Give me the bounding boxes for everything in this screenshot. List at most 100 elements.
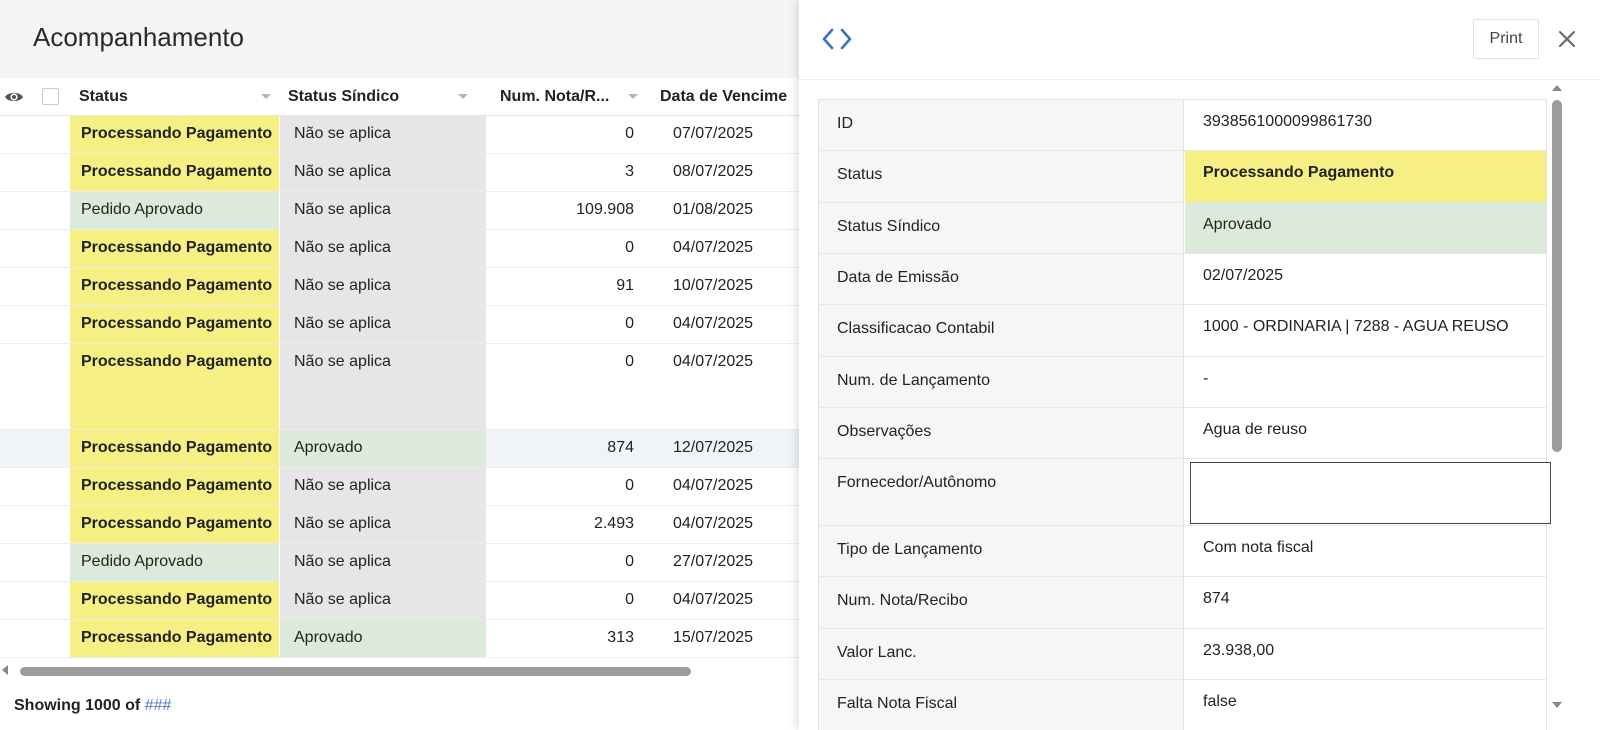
detail-value: 1000 - ORDINARIA | 7288 - AGUA REUSO — [1203, 318, 1509, 335]
scroll-down-arrow-icon[interactable] — [1552, 702, 1562, 708]
num-nota-cell: 91 — [616, 277, 634, 294]
num-nota-cell: 0 — [625, 239, 634, 256]
detail-label: Falta Nota Fiscal — [819, 680, 1184, 730]
num-nota-cell: 3 — [625, 163, 634, 180]
table-row-selected[interactable]: Processando Pagamento Aprovado 874 12/07… — [0, 430, 800, 468]
table-row[interactable]: Processando Pagamento Aprovado 313 15/07… — [0, 620, 800, 658]
table-row[interactable]: Processando Pagamento Não se aplica 2.49… — [0, 506, 800, 544]
detail-row-classificacao: Classificacao Contabil 1000 - ORDINARIA … — [819, 305, 1546, 357]
code-icon[interactable] — [821, 26, 853, 52]
detail-value: Aprovado — [1185, 203, 1546, 253]
table-row[interactable]: Processando Pagamento Não se aplica 0 04… — [0, 468, 800, 506]
status-sindico-cell: Não se aplica — [280, 468, 486, 505]
detail-label: ID — [819, 100, 1184, 150]
grid-header: Status Status Síndico Num. Nota/R... Dat… — [0, 78, 800, 116]
column-header-data-vencimento[interactable]: Data de Vencime — [660, 78, 800, 116]
status-sindico-cell: Não se aplica — [280, 506, 486, 543]
num-nota-cell: 0 — [625, 553, 634, 570]
date-cell: 04/07/2025 — [673, 591, 754, 608]
detail-label: Num. Nota/Recibo — [819, 577, 1184, 628]
status-sindico-cell: Não se aplica — [280, 192, 486, 229]
detail-row-num-lancamento: Num. de Lançamento - — [819, 357, 1546, 408]
detail-panel: Print ID 3938561000099861730 Status Proc… — [799, 0, 1600, 730]
status-sindico-cell: Não se aplica — [280, 344, 486, 429]
num-nota-cell: 0 — [625, 125, 634, 142]
total-count-link[interactable]: ### — [145, 697, 172, 714]
page-title: Acompanhamento — [33, 22, 245, 52]
date-cell: 07/07/2025 — [673, 125, 754, 142]
table-row[interactable]: Processando Pagamento Não se aplica 0 04… — [0, 230, 800, 268]
status-cell: Processando Pagamento — [70, 230, 279, 267]
status-cell: Processando Pagamento — [70, 306, 279, 343]
select-all-checkbox[interactable] — [42, 88, 59, 105]
detail-header: Print — [799, 0, 1600, 80]
table-row[interactable]: Processando Pagamento Não se aplica 0 04… — [0, 582, 800, 620]
detail-value: Processando Pagamento — [1185, 151, 1546, 202]
detail-value: 23.938,00 — [1203, 642, 1275, 659]
vertical-scrollbar-thumb[interactable] — [1552, 100, 1562, 452]
table-row[interactable]: Pedido Aprovado Não se aplica 109.908 01… — [0, 192, 800, 230]
num-nota-sort-caret-icon[interactable] — [628, 94, 638, 99]
detail-row-id: ID 3938561000099861730 — [819, 100, 1546, 151]
date-cell: 27/07/2025 — [673, 553, 754, 570]
table-row[interactable]: Processando Pagamento Não se aplica 0 04… — [0, 344, 800, 430]
detail-row-tipo-lancamento: Tipo de Lançamento Com nota fiscal — [819, 526, 1546, 577]
date-cell: 08/07/2025 — [673, 163, 754, 180]
num-nota-cell: 0 — [625, 315, 634, 332]
print-button[interactable]: Print — [1473, 19, 1539, 59]
status-sindico-cell: Não se aplica — [280, 306, 486, 343]
column-header-status[interactable]: Status — [79, 78, 249, 116]
detail-value: Agua de reuso — [1203, 421, 1308, 438]
showing-count-label: Showing 1000 of — [14, 697, 141, 714]
status-sindico-cell: Não se aplica — [280, 268, 486, 305]
detail-label: Num. de Lançamento — [819, 357, 1184, 407]
status-cell: Processando Pagamento — [70, 506, 279, 543]
horizontal-scrollbar-thumb[interactable] — [20, 667, 691, 676]
num-nota-cell: 0 — [625, 591, 634, 608]
detail-value: Com nota fiscal — [1203, 539, 1314, 556]
date-cell: 04/07/2025 — [673, 515, 754, 532]
detail-row-num-nota: Num. Nota/Recibo 874 — [819, 577, 1546, 629]
status-cell: Processando Pagamento — [70, 430, 279, 467]
date-cell: 01/08/2025 — [673, 201, 754, 218]
status-sindico-cell: Não se aplica — [280, 544, 486, 581]
grid-pane: Acompanhamento Status Status Síndico Num… — [0, 0, 800, 730]
fornecedor-input[interactable] — [1190, 462, 1551, 524]
detail-label: Data de Emissão — [819, 254, 1184, 304]
num-nota-cell: 0 — [625, 477, 634, 494]
scroll-left-arrow-icon[interactable] — [2, 665, 8, 675]
scroll-up-arrow-icon[interactable] — [1552, 85, 1562, 91]
grid-footer: Showing 1000 of ### — [14, 697, 171, 715]
date-cell: 12/07/2025 — [673, 439, 754, 456]
status-cell: Processando Pagamento — [70, 620, 279, 657]
column-header-num-nota[interactable]: Num. Nota/R... — [500, 78, 619, 116]
detail-value: 02/07/2025 — [1203, 267, 1284, 284]
date-cell: 10/07/2025 — [673, 277, 754, 294]
detail-row-falta-nota: Falta Nota Fiscal false — [819, 680, 1546, 730]
num-nota-cell: 313 — [607, 629, 634, 646]
date-cell: 04/07/2025 — [673, 315, 754, 332]
detail-label: Observações — [819, 408, 1184, 458]
column-header-status-sindico[interactable]: Status Síndico — [288, 78, 448, 116]
status-sindico-cell: Não se aplica — [280, 116, 486, 153]
detail-row-data-emissao: Data de Emissão 02/07/2025 — [819, 254, 1546, 305]
num-nota-cell: 0 — [625, 353, 634, 370]
date-cell: 04/07/2025 — [673, 477, 754, 494]
status-cell: Processando Pagamento — [70, 468, 279, 505]
status-sindico-cell: Não se aplica — [280, 154, 486, 191]
status-cell: Processando Pagamento — [70, 116, 279, 153]
table-row[interactable]: Pedido Aprovado Não se aplica 0 27/07/20… — [0, 544, 800, 582]
table-row[interactable]: Processando Pagamento Não se aplica 91 1… — [0, 268, 800, 306]
date-cell: 15/07/2025 — [673, 629, 754, 646]
status-sort-caret-icon[interactable] — [261, 94, 271, 99]
eye-icon[interactable] — [4, 87, 24, 107]
table-row[interactable]: Processando Pagamento Não se aplica 3 08… — [0, 154, 800, 192]
status-sindico-cell: Não se aplica — [280, 230, 486, 267]
status-sindico-sort-caret-icon[interactable] — [458, 94, 468, 99]
table-row[interactable]: Processando Pagamento Não se aplica 0 04… — [0, 306, 800, 344]
detail-label: Valor Lanc. — [819, 629, 1184, 679]
detail-label: Tipo de Lançamento — [819, 526, 1184, 576]
close-icon[interactable] — [1556, 28, 1578, 50]
table-row[interactable]: Processando Pagamento Não se aplica 0 07… — [0, 116, 800, 154]
num-nota-cell: 874 — [607, 439, 634, 456]
